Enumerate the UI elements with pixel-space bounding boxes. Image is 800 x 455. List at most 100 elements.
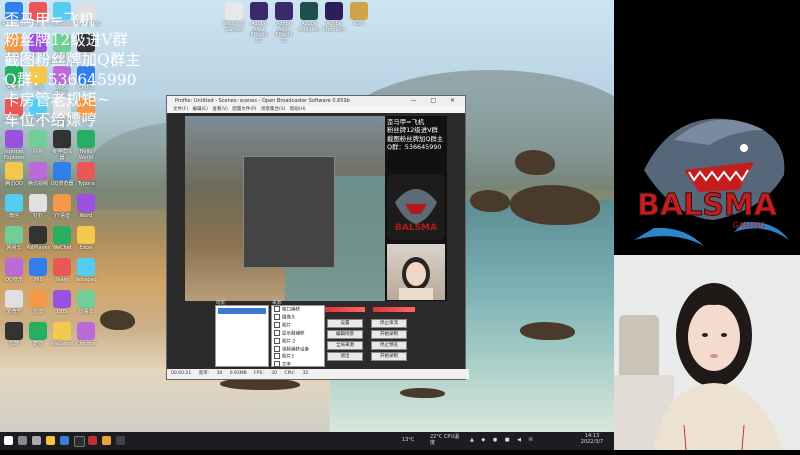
- desktop-icon[interactable]: Adobe After Effects CC: [272, 2, 296, 44]
- obs-button[interactable]: 全局来源: [327, 341, 363, 350]
- source-item[interactable]: 窗口捕获: [272, 306, 324, 314]
- desktop-icon[interactable]: Typora: [74, 162, 98, 188]
- desktop-icon-label: Chrome: [76, 341, 96, 347]
- desktop-icon[interactable]: 钉钉: [26, 194, 50, 220]
- source-item[interactable]: 图片3: [272, 353, 324, 361]
- source-checkbox[interactable]: [274, 313, 280, 320]
- overlay-line: 车位不给嫖哼: [4, 111, 98, 129]
- desktop-icon[interactable]: Rain: [347, 2, 371, 28]
- obs-button[interactable]: 编辑场景: [327, 330, 363, 339]
- obs-button[interactable]: 设置: [327, 319, 363, 328]
- app-icon: [53, 258, 71, 276]
- windows-start-icon[interactable]: [4, 436, 13, 445]
- taskbar: 13°C 22°C CPU温度 ▲ ◆ ● ■ ◀ ✉ 14:13 2022/3…: [0, 432, 614, 450]
- desktop-volume-meter[interactable]: [373, 307, 415, 312]
- desktop-icon-label: 夜神模拟器: [51, 149, 72, 161]
- source-checkbox[interactable]: [274, 353, 280, 360]
- desktop-icon[interactable]: YY语音: [50, 194, 74, 220]
- obs-menubar[interactable]: 文件(F) 编辑(E) 查看(V) 配置文件(P) 场景集合(S) 帮助(H): [167, 106, 465, 113]
- desktop-icon[interactable]: 夜神模拟器: [50, 130, 74, 161]
- desktop-icon[interactable]: Steam & Games: [222, 2, 246, 33]
- desktop-icon[interactable]: OBS: [50, 290, 74, 316]
- desktop-icon-label: Internet Explorer: [3, 149, 25, 161]
- task-view-icon[interactable]: [32, 436, 41, 445]
- rock: [520, 322, 575, 340]
- desktop-icon-label: Adobe After Effects CC: [275, 21, 293, 44]
- desktop-icon[interactable]: Excel: [74, 226, 98, 252]
- shark-logo: BALSMA GAMING: [614, 100, 800, 250]
- app-icon: [350, 2, 368, 20]
- desktop-icon[interactable]: PotPlayer: [26, 226, 50, 252]
- desktop-icon[interactable]: 腾讯视频: [26, 162, 50, 188]
- source-checkbox[interactable]: [274, 345, 280, 352]
- scene-item-selected[interactable]: [218, 308, 266, 314]
- source-checkbox[interactable]: [274, 321, 280, 328]
- app-icon: [5, 194, 23, 212]
- cpu-temp-text[interactable]: 22°C CPU温度: [430, 434, 460, 452]
- source-checkbox[interactable]: [274, 329, 280, 336]
- file-explorer-icon[interactable]: [46, 436, 55, 445]
- mic-volume-meter[interactable]: [325, 307, 365, 312]
- nested-desktop-preview: [185, 116, 385, 301]
- tray-icons[interactable]: ▲ ◆ ● ■ ◀ ✉: [470, 437, 536, 455]
- obs-button[interactable]: 停止预览: [371, 341, 407, 350]
- desktop-icon[interactable]: Internet Explorer: [2, 130, 26, 161]
- obs-taskbar-icon[interactable]: [74, 436, 85, 447]
- obs-button[interactable]: 开始录制: [371, 330, 407, 339]
- preview-overlay-text: 歪马甲=飞机 粉丝牌12级进V群 截图粉丝牌加Q群主 Q群：536645990: [387, 118, 444, 151]
- app-taskbar-icon[interactable]: [116, 436, 125, 445]
- source-checkbox[interactable]: [274, 361, 280, 368]
- source-item[interactable]: 摄像头: [272, 313, 324, 322]
- desktop-icon[interactable]: Chrome: [74, 322, 98, 348]
- desktop-icon[interactable]: Notepad: [74, 258, 98, 284]
- desktop-icon[interactable]: 迅雷: [26, 290, 50, 316]
- search-icon[interactable]: [18, 436, 27, 445]
- desktop-icon[interactable]: 网易: [26, 130, 50, 156]
- scenes-list[interactable]: 场景:: [215, 301, 269, 367]
- obs-dock: 场景: 来源: 窗口捕获 摄像头 图片 显示器捕获 图片 2 视频捕获设备 图片3 文本 设置…: [167, 301, 465, 369]
- desktop-icon[interactable]: QQ音乐: [2, 258, 26, 284]
- source-checkbox[interactable]: [274, 337, 280, 344]
- desktop-icon[interactable]: 爱奇艺: [2, 290, 26, 316]
- desktop-icon-label: YY语音: [53, 213, 71, 219]
- weather-text[interactable]: 13°C: [402, 437, 414, 455]
- obs-button[interactable]: 退出: [327, 352, 363, 361]
- desktop-icon[interactable]: 腾讯QQ: [2, 162, 26, 188]
- desktop-icon[interactable]: Team: [50, 258, 74, 284]
- desktop-icon[interactable]: Adobe Audition: [297, 2, 321, 33]
- app-icon: [5, 162, 23, 180]
- sources-list[interactable]: 来源: 窗口捕获 摄像头 图片 显示器捕获 图片 2 视频捕获设备 图片3 文本: [271, 301, 325, 368]
- desktop-icon[interactable]: WeGame: [50, 322, 74, 348]
- desktop-icon[interactable]: Adobe After Effects CC: [247, 2, 271, 44]
- desktop-icon[interactable]: Word: [74, 194, 98, 220]
- obs-window[interactable]: Profile: Untitled - Scenes: scenes - Ope…: [166, 95, 469, 380]
- source-item[interactable]: 图片: [272, 321, 324, 330]
- app-taskbar-icon[interactable]: [88, 436, 97, 445]
- obs-title: Profile: Untitled - Scenes: scenes - Ope…: [175, 98, 350, 104]
- source-label: 文本: [282, 362, 291, 368]
- desktop-icon[interactable]: 微信: [2, 194, 26, 220]
- desktop-icon[interactable]: 网易云: [2, 226, 26, 252]
- app-taskbar-icon[interactable]: [102, 436, 111, 445]
- desktop-icon[interactable]: 优酷: [2, 322, 26, 348]
- desktop-icon[interactable]: QQ浏览器: [50, 162, 74, 188]
- edge-icon[interactable]: [60, 436, 69, 445]
- clock[interactable]: 14:13 2022/3/7: [575, 433, 609, 451]
- desktop-icon-label: 腾讯视频: [27, 181, 48, 187]
- desktop-icon[interactable]: 360: [26, 258, 50, 284]
- desktop-icon[interactable]: 记事本: [74, 290, 98, 316]
- source-checkbox[interactable]: [274, 306, 280, 312]
- obs-button[interactable]: 停止串流: [371, 319, 407, 328]
- source-item[interactable]: 视频捕获设备: [272, 345, 324, 354]
- obs-titlebar[interactable]: Profile: Untitled - Scenes: scenes - Ope…: [167, 96, 465, 106]
- desktop-icon[interactable]: Hello World: [74, 130, 98, 161]
- app-icon: [77, 290, 95, 308]
- desktop-icon[interactable]: Adobe Premiere: [322, 2, 346, 33]
- source-item[interactable]: 显示器捕获: [272, 329, 324, 338]
- nested-obs-window: [243, 156, 335, 268]
- obs-button[interactable]: 开始录制: [371, 352, 407, 361]
- desktop-icon[interactable]: WeChat: [50, 226, 74, 252]
- source-item[interactable]: 图片 2: [272, 337, 324, 346]
- window-controls[interactable]: — □ ✕: [410, 96, 461, 106]
- desktop-icon[interactable]: 酷狗: [26, 322, 50, 348]
